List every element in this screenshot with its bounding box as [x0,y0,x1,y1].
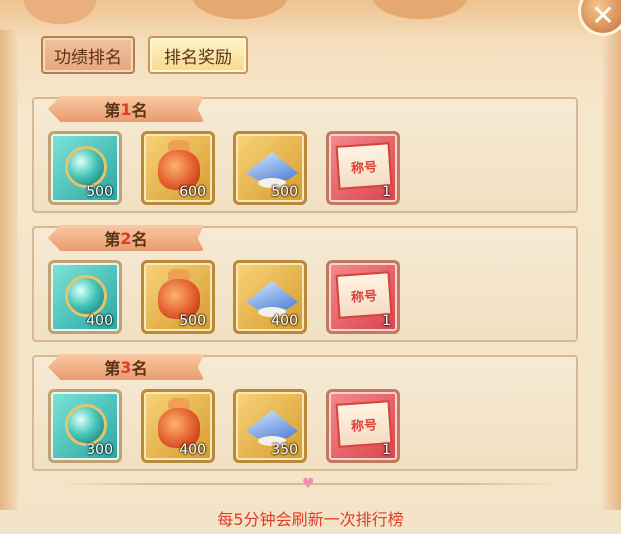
reward-item-jade-orb[interactable]: 500 [48,131,122,205]
rank-banner-3: 第3名 [48,354,204,380]
top-ornament [0,0,621,40]
blue-hat-icon [246,410,298,438]
rank-banner-2: 第2名 [48,225,204,251]
title-card-icon: 称号 [335,400,393,448]
rank-banner-1: 第1名 [48,96,204,122]
heart-icon: ♥ [302,476,315,492]
jade-orb-icon [65,404,107,446]
tab-merit-ranking[interactable]: 功绩排名 [41,36,135,74]
right-border [603,30,621,510]
close-icon: ✕ [591,0,615,32]
reward-item-title-card[interactable]: 称号 1 [326,131,400,205]
reward-item-title-card[interactable]: 称号 1 [326,260,400,334]
tab-label: 功绩排名 [54,47,122,68]
reward-item-blue-hat[interactable]: 350 [233,389,307,463]
jade-orb-icon [65,275,107,317]
tab-ranking-rewards[interactable]: 排名奖励 [148,36,248,74]
reward-item-lucky-bag[interactable]: 600 [141,131,215,205]
blue-hat-icon [246,281,298,309]
jade-orb-icon [65,146,107,188]
reward-item-blue-hat[interactable]: 500 [233,131,307,205]
title-card-icon: 称号 [335,142,393,190]
reward-item-lucky-bag[interactable]: 500 [141,260,215,334]
reward-window: ✕ 功绩排名 排名奖励 第1名 500 600 500 称号 1 第2名 400 [0,0,621,534]
divider-ornament: ♥ [60,476,560,492]
reward-item-jade-orb[interactable]: 300 [48,389,122,463]
tab-label: 排名奖励 [164,47,232,68]
reward-item-title-card[interactable]: 称号 1 [326,389,400,463]
title-card-icon: 称号 [335,271,393,319]
blue-hat-icon [246,152,298,180]
reward-item-blue-hat[interactable]: 400 [233,260,307,334]
reward-item-jade-orb[interactable]: 400 [48,260,122,334]
refresh-notice: 每5分钟会刷新一次排行榜 [217,510,404,529]
reward-item-lucky-bag[interactable]: 400 [141,389,215,463]
left-border [0,30,18,510]
